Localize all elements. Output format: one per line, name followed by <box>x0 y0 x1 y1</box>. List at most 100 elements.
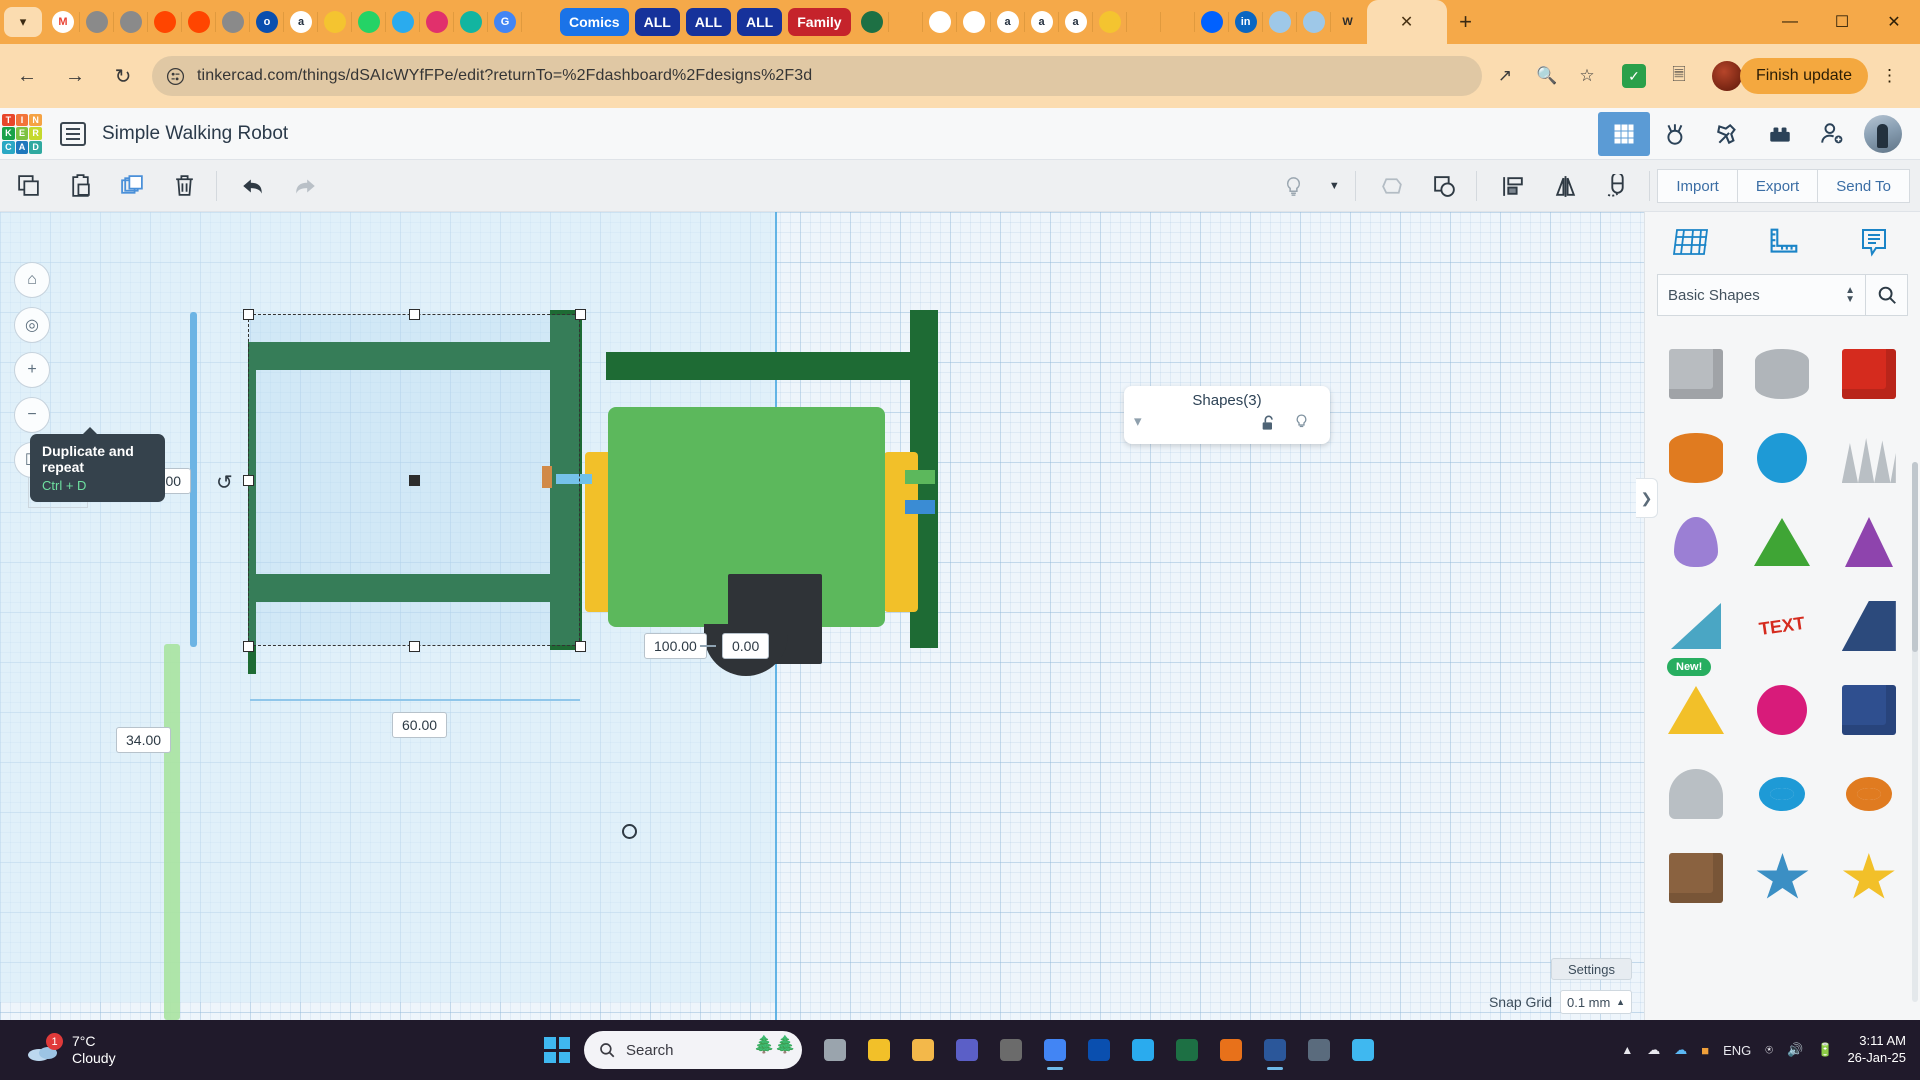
tab-profile-1[interactable] <box>1263 3 1297 41</box>
blob-shape-icon[interactable] <box>1368 166 1416 206</box>
tab-whatsapp[interactable] <box>352 3 386 41</box>
magnet-icon[interactable] <box>1593 166 1641 206</box>
shape-dome-gray[interactable] <box>1653 752 1739 836</box>
tab-excel-sheet[interactable] <box>855 3 889 41</box>
taskbar-app-settings[interactable] <box>1298 1029 1340 1071</box>
share-icon[interactable]: ↗ <box>1490 61 1520 91</box>
tab-amazon-2[interactable]: a <box>991 3 1025 41</box>
tab-amazon-3[interactable]: a <box>1025 3 1059 41</box>
resize-handle-br[interactable] <box>575 641 586 652</box>
offset-primary-label[interactable]: 100.00 <box>644 633 707 659</box>
security-icon[interactable]: ■ <box>1701 1043 1709 1058</box>
export-button[interactable]: Export <box>1736 169 1819 203</box>
shape-scribble-gray[interactable] <box>1826 416 1912 500</box>
resize-handle-bc[interactable] <box>409 641 420 652</box>
language-indicator[interactable]: ENG <box>1723 1043 1751 1058</box>
tab-google-drive[interactable] <box>889 3 923 41</box>
tab-family[interactable]: Family <box>788 8 851 36</box>
tab-instagram[interactable] <box>420 3 454 41</box>
checkmark-extension-icon[interactable]: ✓ <box>1622 64 1646 88</box>
wifi-icon[interactable]: ⍟ <box>1765 1042 1773 1058</box>
caret-up-icon[interactable]: ▲ <box>1616 997 1625 1007</box>
address-bar[interactable]: tinkercad.com/things/dSAIcWYfFPe/edit?re… <box>152 56 1482 96</box>
unlock-icon[interactable] <box>1260 414 1276 437</box>
reload-icon[interactable]: ↻ <box>106 59 140 93</box>
offset-secondary-label[interactable]: 0.00 <box>722 633 770 659</box>
tinkercad-logo[interactable]: TIN KER CAD <box>2 113 42 154</box>
add-person-icon[interactable] <box>1806 112 1858 156</box>
shape-cone-purple[interactable] <box>1826 500 1912 584</box>
taskbar-app-widgets[interactable] <box>858 1029 900 1071</box>
duplicate-button[interactable] <box>108 166 156 206</box>
tab-youtube-2[interactable] <box>1161 3 1195 41</box>
tab-linkedin[interactable]: in <box>1229 3 1263 41</box>
search-icon[interactable] <box>1866 274 1908 316</box>
document-list-icon[interactable] <box>60 121 86 146</box>
taskbar-app-file-explorer[interactable] <box>902 1029 944 1071</box>
group-shapes-icon[interactable] <box>1420 166 1468 206</box>
onedrive-icon[interactable]: ☁ <box>1674 1042 1687 1058</box>
workplane-grid-icon[interactable] <box>1645 226 1737 260</box>
tab-amazon-4[interactable]: a <box>1059 3 1093 41</box>
tab-gmail[interactable]: M <box>46 3 80 41</box>
speaker-icon[interactable]: 🔊 <box>1787 1042 1803 1058</box>
hand-gesture-icon[interactable] <box>1650 112 1702 156</box>
shape-star-blue[interactable] <box>1739 836 1825 920</box>
width-dimension-label[interactable]: 60.00 <box>392 712 448 738</box>
chevron-down-icon[interactable]: ▼ <box>1321 166 1347 206</box>
puzzle-extension-icon[interactable]: 🗏 <box>1664 61 1694 91</box>
tab-note[interactable] <box>318 3 352 41</box>
shape-text-red[interactable]: TEXT <box>1739 584 1825 668</box>
shape-torus-orange[interactable] <box>1826 752 1912 836</box>
new-tab-button[interactable]: + <box>1447 3 1485 41</box>
tab-wikipedia[interactable]: W <box>1331 3 1365 41</box>
minimize-icon[interactable]: — <box>1764 0 1816 44</box>
show-hidden-icons-icon[interactable]: ▲ <box>1621 1043 1633 1057</box>
shape-cylinder-orange[interactable] <box>1653 416 1739 500</box>
tab-reddit-2[interactable] <box>114 3 148 41</box>
connector-strip-c[interactable] <box>905 500 935 514</box>
green-dimension-label[interactable]: 34.00 <box>116 727 172 753</box>
settings-button[interactable]: Settings <box>1551 958 1632 980</box>
hammer-icon[interactable] <box>1702 112 1754 156</box>
tab-outlook[interactable]: o <box>250 3 284 41</box>
back-arrow-icon[interactable]: ← <box>10 59 44 93</box>
height-dimension-arrow[interactable] <box>190 312 197 647</box>
windows-start-icon[interactable] <box>536 1029 578 1071</box>
taskbar-app-chrome[interactable] <box>1034 1029 1076 1071</box>
tab-tinkercad[interactable] <box>923 3 957 41</box>
taskbar-app-word[interactable] <box>1254 1029 1296 1071</box>
taskbar-app-vlc[interactable] <box>1210 1029 1252 1071</box>
notes-icon[interactable] <box>1828 226 1920 260</box>
cloud-icon[interactable]: ☁ <box>1647 1042 1660 1058</box>
tab-chatgpt[interactable] <box>957 3 991 41</box>
taskbar-app-photos[interactable] <box>1342 1029 1384 1071</box>
tab-google-translate[interactable]: G <box>488 3 522 41</box>
selection-box[interactable] <box>243 309 586 652</box>
library-scrollbar[interactable] <box>1912 462 1918 1002</box>
tab-reddit-3[interactable] <box>148 3 182 41</box>
resize-handle-tl[interactable] <box>243 309 254 320</box>
robot-model[interactable] <box>0 212 1644 1020</box>
3d-canvas[interactable]: TOP ⌂ ◎ + − ☐ <box>0 212 1644 1020</box>
height-handle-center[interactable] <box>409 475 420 486</box>
tab-readallcomics-2[interactable]: ALL <box>685 8 732 36</box>
light-bulb-icon[interactable] <box>1269 166 1317 206</box>
resize-handle-bl[interactable] <box>243 641 254 652</box>
tab-readallcomics-1[interactable]: ALL <box>634 8 680 36</box>
tab-reddit-4[interactable] <box>182 3 216 41</box>
chevron-down-icon[interactable]: ▾ <box>4 7 42 37</box>
tab-reddit-1[interactable] <box>80 3 114 41</box>
close-icon[interactable]: ✕ <box>1868 0 1920 44</box>
updown-caret-icon[interactable]: ▲ ▼ <box>1845 286 1855 305</box>
tab-reddit-5[interactable] <box>216 3 250 41</box>
copy-button[interactable] <box>4 166 52 206</box>
taskbar-app-excel[interactable] <box>1166 1029 1208 1071</box>
shape-pyramid-yellow[interactable] <box>1653 668 1739 752</box>
shape-box-red[interactable] <box>1826 332 1912 416</box>
profile-avatar[interactable] <box>1712 61 1742 91</box>
tab-note-2[interactable] <box>1093 3 1127 41</box>
green-extrude-bar[interactable] <box>164 644 180 1020</box>
shape-paraboloid-purple[interactable] <box>1653 500 1739 584</box>
tab-comics[interactable]: Comics <box>560 8 629 36</box>
